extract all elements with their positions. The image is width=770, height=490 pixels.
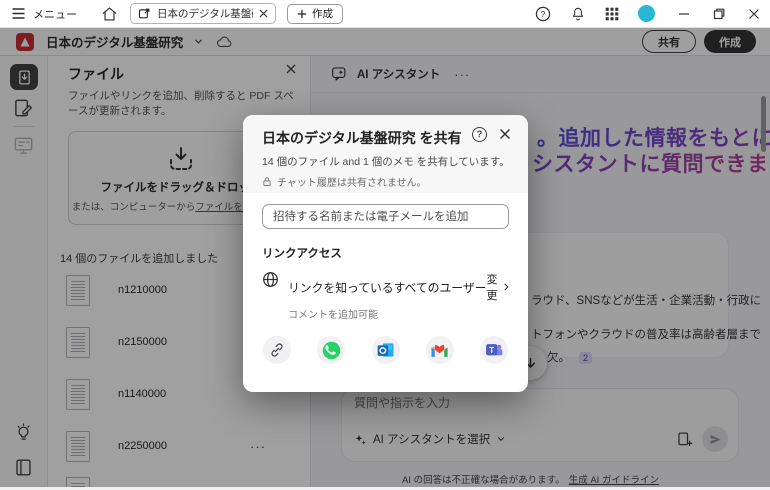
teams-share-button[interactable]: T [480, 336, 508, 364]
tab-close-icon[interactable] [259, 9, 268, 18]
plus-icon [297, 9, 307, 19]
svg-text:T: T [489, 346, 494, 355]
teams-icon: T [484, 340, 504, 360]
user-avatar[interactable] [638, 5, 655, 22]
link-access-heading: リンクアクセス [262, 245, 509, 261]
gmail-share-button[interactable] [426, 336, 454, 364]
apps-grid-icon[interactable] [605, 7, 619, 21]
app-window: メニュー 日本のデジタル基盤研... 作成 ? [0, 0, 770, 490]
share-targets-row: T [262, 336, 509, 364]
new-tab-label: 作成 [312, 6, 333, 21]
home-button[interactable] [101, 6, 118, 22]
menu-label: メニュー [33, 6, 77, 22]
privacy-note: チャット履歴は共有されません。 [262, 174, 510, 189]
outlook-share-button[interactable] [372, 336, 400, 364]
window-close-icon[interactable] [748, 8, 760, 20]
title-bar: メニュー 日本のデジタル基盤研... 作成 ? [0, 0, 770, 28]
dialog-close-icon[interactable] [499, 128, 511, 140]
gmail-icon [430, 343, 449, 358]
whatsapp-share-button[interactable] [317, 336, 345, 364]
window-restore-icon[interactable] [713, 8, 725, 20]
invite-input[interactable] [262, 204, 509, 229]
share-dialog-header: 日本のデジタル基盤研究 を共有 14 個のファイル and 1 個のメモ を共有… [243, 115, 528, 193]
permission-label: コメントを追加可能 [288, 306, 509, 321]
link-audience-row: リンクを知っているすべてのユーザー 変更 コメントを追加可能 [262, 271, 509, 321]
notifications-bell-icon[interactable] [570, 6, 586, 22]
change-access-link[interactable]: 変更 [486, 271, 509, 303]
hamburger-icon [11, 7, 26, 20]
share-dialog: 日本のデジタル基盤研究 を共有 14 個のファイル and 1 個のメモ を共有… [243, 115, 528, 392]
chevron-right-icon [504, 282, 509, 292]
tab-title: 日本のデジタル基盤研... [157, 6, 253, 21]
menu-button[interactable]: メニュー [11, 6, 77, 22]
document-tab[interactable]: 日本のデジタル基盤研... [130, 3, 276, 24]
new-tab-button[interactable]: 作成 [287, 4, 343, 24]
change-label: 変更 [486, 271, 500, 303]
titlebar-actions: ? [516, 5, 760, 22]
whatsapp-icon [321, 340, 342, 361]
pdf-space-icon [138, 7, 151, 20]
svg-text:?: ? [541, 9, 546, 19]
help-icon[interactable]: ? [535, 6, 551, 22]
window-minimize-icon[interactable] [678, 8, 690, 20]
outlook-icon [376, 340, 396, 360]
link-icon [269, 342, 285, 358]
globe-icon [262, 271, 279, 288]
privacy-note-text: チャット履歴は共有されません。 [277, 174, 427, 189]
share-dialog-subtitle: 14 個のファイル and 1 個のメモ を共有しています。 [262, 154, 510, 169]
lock-icon [262, 176, 272, 187]
dialog-help-icon[interactable]: ? [472, 127, 487, 142]
audience-label: リンクを知っているすべてのユーザー [288, 279, 486, 296]
copy-link-button[interactable] [263, 336, 291, 364]
